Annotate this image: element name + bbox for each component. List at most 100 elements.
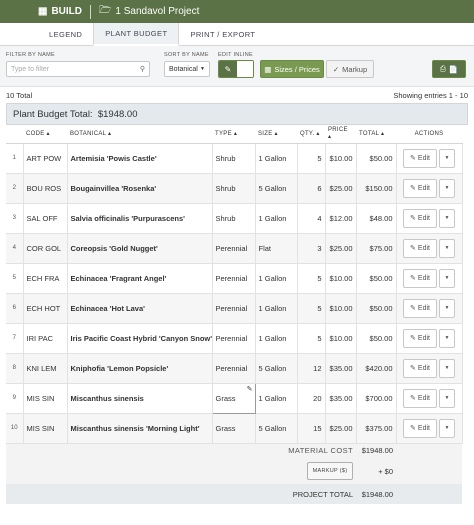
filter-input[interactable]: Type to filter ⚲	[6, 61, 150, 77]
type-cell: Perennial	[212, 293, 256, 324]
edit-button[interactable]: ✎ Edit	[403, 268, 437, 288]
caret-down-icon: ▼	[444, 215, 450, 221]
row-menu-button[interactable]: ▼	[439, 358, 455, 378]
botanical-cell: Salvia officinalis 'Purpurascens'	[67, 203, 213, 234]
sizes-prices-button[interactable]: ▦ Sizes / Prices	[260, 60, 324, 78]
row-menu-button[interactable]: ▼	[439, 208, 455, 228]
col-botanical[interactable]: BOTANICAL ▴	[67, 125, 212, 144]
col-type[interactable]: TYPE ▴	[212, 125, 255, 144]
row-menu-button[interactable]: ▼	[439, 238, 455, 258]
row-index: 2	[6, 173, 24, 204]
edit-button[interactable]: ✎ Edit	[403, 208, 437, 228]
pencil-icon: ✎	[410, 275, 416, 282]
col-total[interactable]: TOTAL ▴	[356, 125, 396, 144]
total-cell: $420.00	[356, 353, 397, 384]
edit-button[interactable]: ✎ Edit	[403, 148, 437, 168]
col-size[interactable]: SIZE ▴	[255, 125, 297, 144]
project-title: 1 Sandavol Project	[115, 6, 200, 17]
qty-cell: 5	[297, 143, 326, 174]
file-icon: 📄	[448, 64, 459, 74]
row-index: 7	[6, 323, 24, 354]
price-cell: $25.00	[325, 233, 357, 264]
tab-legend[interactable]: LEGEND	[38, 23, 93, 45]
pencil-icon: ✎	[410, 215, 416, 222]
price-cell: $25.00	[325, 413, 357, 444]
project-selector[interactable]: 🗁 1 Sandavol Project	[99, 3, 199, 20]
actions-cell: ✎ Edit ▼	[396, 143, 463, 174]
row-menu-button[interactable]: ▼	[439, 298, 455, 318]
sort-select[interactable]: Botanical ▼	[164, 61, 210, 77]
top-bar: ▦ BUILD 🗁 1 Sandavol Project	[0, 0, 474, 23]
build-menu[interactable]: ▦ BUILD	[38, 6, 82, 17]
actions-cell: ✎ Edit ▼	[396, 203, 463, 234]
code-cell: MIS SIN	[23, 383, 68, 414]
row-menu-button[interactable]: ▼	[439, 268, 455, 288]
pencil-icon: ✎	[410, 155, 416, 162]
edit-label: Edit	[417, 244, 430, 252]
qty-cell: 5	[297, 263, 326, 294]
pencil-icon: ✎	[219, 61, 237, 77]
pencil-icon: ✎	[410, 305, 416, 312]
budget-title: Plant Budget Total: $1948.00	[6, 103, 468, 125]
tab-print-export[interactable]: PRINT / EXPORT	[179, 23, 266, 45]
botanical-cell: Iris Pacific Coast Hybrid 'Canyon Snow'	[67, 323, 213, 354]
price-cell: $35.00	[325, 383, 357, 414]
table-row: 6 ECH HOT Echinacea 'Hot Lava' Perennial 1 G…	[6, 293, 463, 324]
row-menu-button[interactable]: ▼	[439, 418, 455, 438]
code-cell: COR GOL	[23, 233, 68, 264]
actions-cell: ✎ Edit ▼	[396, 293, 463, 324]
edit-button[interactable]: ✎ Edit	[403, 328, 437, 348]
edit-label: Edit	[417, 334, 430, 342]
type-cell: Perennial	[212, 233, 256, 264]
table-row: 5 ECH FRA Echinacea 'Fragrant Angel' Perenn…	[6, 263, 463, 294]
print-icon: ⎙	[439, 64, 446, 73]
row-index: 9	[6, 383, 24, 414]
col-qty[interactable]: QTY. ▴	[297, 125, 325, 144]
size-cell: 1 Gallon	[255, 323, 298, 354]
col-index	[6, 125, 23, 144]
edit-inline-label: EDIT INLINE	[218, 52, 253, 58]
filter-label: FILTER BY NAME	[6, 52, 55, 58]
code-cell: KNI LEM	[23, 353, 68, 384]
row-menu-button[interactable]: ▼	[439, 328, 455, 348]
print-export-button[interactable]: ⎙ 📄	[432, 60, 466, 78]
type-cell: Grass	[212, 413, 256, 444]
filter-bar: FILTER BY NAME Type to filter ⚲ SORT BY …	[0, 46, 474, 87]
edit-inline-toggle[interactable]: ✎	[218, 60, 254, 78]
row-menu-button[interactable]: ▼	[439, 148, 455, 168]
actions-cell: ✎ Edit ▼	[396, 323, 463, 354]
edit-button[interactable]: ✎ Edit	[403, 418, 437, 438]
total-count: 10 Total	[6, 90, 33, 100]
edit-button[interactable]: ✎ Edit	[403, 238, 437, 258]
tab-bar: LEGEND PLANT BUDGET PRINT / EXPORT	[0, 23, 474, 46]
type-cell[interactable]: Grass ✎	[211, 382, 256, 414]
qty-cell: 15	[297, 413, 326, 444]
row-index: 1	[6, 143, 24, 174]
sort-label: SORT BY NAME	[164, 52, 209, 58]
row-menu-button[interactable]: ▼	[439, 178, 455, 198]
edit-button[interactable]: ✎ Edit	[403, 358, 437, 378]
col-code[interactable]: CODE ▴	[23, 125, 67, 144]
edit-label: Edit	[417, 274, 430, 282]
row-menu-button[interactable]: ▼	[439, 388, 455, 408]
sort-value: Botanical	[169, 65, 198, 73]
table-icon: ▦	[264, 64, 272, 74]
botanical-cell: Bougainvillea 'Rosenka'	[67, 173, 213, 204]
edit-button[interactable]: ✎ Edit	[403, 178, 437, 198]
tab-plant-budget[interactable]: PLANT BUDGET	[93, 23, 180, 46]
size-cell: 5 Gallon	[255, 353, 298, 384]
edit-button[interactable]: ✎ Edit	[403, 388, 437, 408]
edit-button[interactable]: ✎ Edit	[403, 298, 437, 318]
pencil-icon: ✎	[410, 245, 416, 252]
table-row: 7 IRI PAC Iris Pacific Coast Hybrid 'Canyo…	[6, 323, 463, 354]
table-row: 9 MIS SIN Miscanthus sinensis Grass ✎ 1 Gallo…	[6, 382, 463, 414]
total-cell: $48.00	[356, 203, 397, 234]
col-price[interactable]: PRICE ▴	[325, 125, 356, 144]
markup-button[interactable]: MARKUP ($)	[307, 462, 353, 480]
edit-label: Edit	[417, 424, 430, 432]
markup-filter-button[interactable]: ✓ Markup	[326, 60, 374, 78]
col-actions: ACTIONS	[396, 125, 462, 144]
qty-cell: 6	[297, 173, 326, 204]
total-cell: $700.00	[356, 383, 397, 414]
material-cost-value: $1948.00	[356, 443, 396, 458]
